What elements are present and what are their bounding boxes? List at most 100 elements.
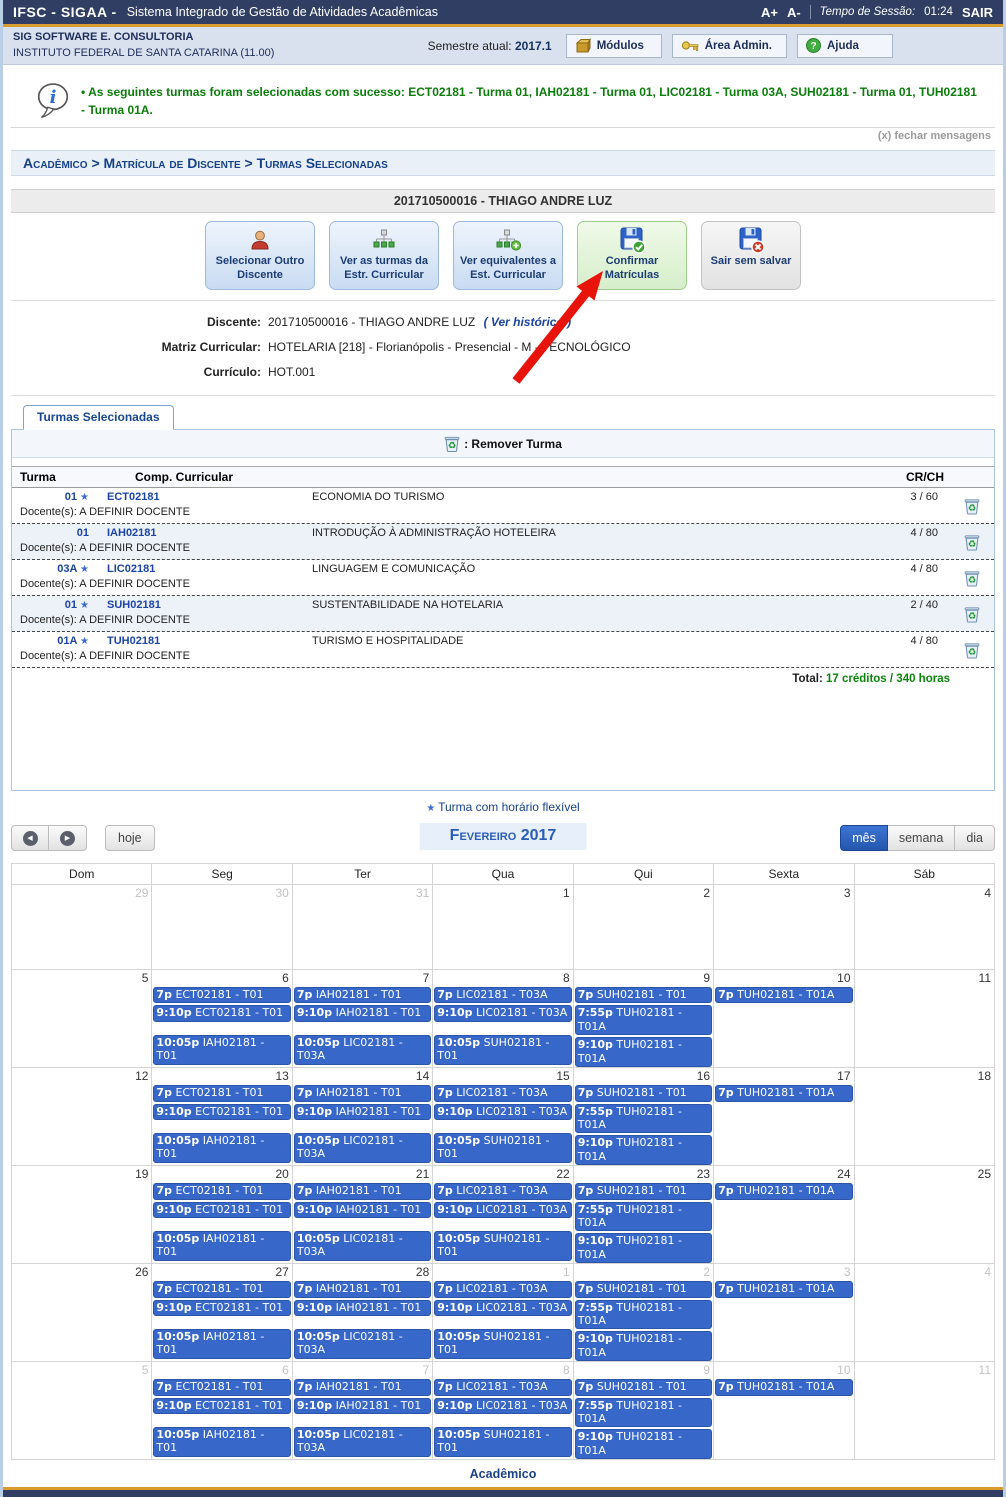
calendar-day-cell[interactable]: 277p ECT02181 - T019:10p ECT02181 - T011… bbox=[152, 1264, 292, 1362]
calendar-event[interactable]: 7p LIC02181 - T03A bbox=[434, 1281, 571, 1297]
calendar-view-month-button[interactable]: mês bbox=[840, 825, 888, 851]
calendar-event[interactable]: 9:10p ECT02181 - T01 bbox=[153, 1104, 290, 1120]
calendar-event[interactable]: 9:10p LIC02181 - T03A bbox=[434, 1202, 571, 1218]
remove-turma-icon[interactable]: ♻ bbox=[964, 533, 980, 550]
calendar-day-cell[interactable]: 29 bbox=[12, 885, 152, 970]
calendar-day-cell[interactable]: 107p TUH02181 - T01A bbox=[714, 1362, 854, 1460]
calendar-event[interactable]: 7p ECT02181 - T01 bbox=[153, 987, 290, 1003]
calendar-event[interactable]: 7p TUH02181 - T01A bbox=[715, 987, 852, 1003]
calendar-event[interactable]: 7p TUH02181 - T01A bbox=[715, 1085, 852, 1101]
calendar-event[interactable]: 7p SUH02181 - T01 bbox=[575, 1379, 712, 1395]
calendar-event[interactable]: 7p IAH02181 - T01 bbox=[294, 1085, 431, 1101]
calendar-view-day-button[interactable]: dia bbox=[955, 825, 995, 851]
calendar-event[interactable]: 9:10p ECT02181 - T01 bbox=[153, 1202, 290, 1218]
calendar-day-cell[interactable]: 4 bbox=[854, 1264, 994, 1362]
calendar-event[interactable]: 9:10p LIC02181 - T03A bbox=[434, 1398, 571, 1414]
calendar-event[interactable]: 7p LIC02181 - T03A bbox=[434, 987, 571, 1003]
calendar-event[interactable]: 7:55p TUH02181 -T01A bbox=[575, 1005, 712, 1035]
calendar-day-cell[interactable]: 26 bbox=[12, 1264, 152, 1362]
calendar-event[interactable]: 10:05p IAH02181 - T01 bbox=[153, 1427, 290, 1457]
select-other-student-button[interactable]: Selecionar Outro Discente bbox=[205, 221, 315, 290]
calendar-event[interactable]: 10:05p LIC02181 -T03A bbox=[294, 1329, 431, 1359]
calendar-day-cell[interactable]: 25 bbox=[854, 1166, 994, 1264]
calendar-day-cell[interactable]: 207p ECT02181 - T019:10p ECT02181 - T011… bbox=[152, 1166, 292, 1264]
calendar-event[interactable]: 7p IAH02181 - T01 bbox=[294, 1281, 431, 1297]
calendar-day-cell[interactable]: 77p IAH02181 - T019:10p IAH02181 - T0110… bbox=[292, 1362, 432, 1460]
calendar-day-cell[interactable]: 4 bbox=[854, 885, 994, 970]
calendar-day-cell[interactable]: 97p SUH02181 - T017:55p TUH02181 -T01A9:… bbox=[573, 970, 713, 1068]
calendar-event[interactable]: 10:05p IAH02181 - T01 bbox=[153, 1133, 290, 1163]
calendar-day-cell[interactable]: 167p SUH02181 - T017:55p TUH02181 -T01A9… bbox=[573, 1068, 713, 1166]
calendar-day-cell[interactable]: 27p SUH02181 - T017:55p TUH02181 -T01A9:… bbox=[573, 1264, 713, 1362]
calendar-event[interactable]: 10:05p IAH02181 - T01 bbox=[153, 1035, 290, 1065]
calendar-day-cell[interactable]: 77p IAH02181 - T019:10p IAH02181 - T0110… bbox=[292, 970, 432, 1068]
modules-button[interactable]: Módulos bbox=[566, 34, 662, 58]
calendar-day-cell[interactable]: 227p LIC02181 - T03A9:10p LIC02181 - T03… bbox=[433, 1166, 573, 1264]
calendar-day-cell[interactable]: 67p ECT02181 - T019:10p ECT02181 - T0110… bbox=[152, 1362, 292, 1460]
calendar-day-cell[interactable]: 37p TUH02181 - T01A bbox=[714, 1264, 854, 1362]
confirm-enrollment-button[interactable]: Confirmar Matrículas bbox=[577, 221, 687, 290]
calendar-day-cell[interactable]: 237p SUH02181 - T017:55p TUH02181 -T01A9… bbox=[573, 1166, 713, 1264]
view-curriculum-classes-button[interactable]: Ver as turmas da Estr. Curricular bbox=[329, 221, 439, 290]
remove-turma-icon[interactable]: ♻ bbox=[964, 641, 980, 658]
calendar-event[interactable]: 9:10p ECT02181 - T01 bbox=[153, 1300, 290, 1316]
course-code-link[interactable]: LIC02181 bbox=[107, 563, 217, 575]
calendar-day-cell[interactable]: 2 bbox=[573, 885, 713, 970]
view-history-link[interactable]: ( Ver histórico ) bbox=[484, 315, 572, 329]
calendar-event[interactable]: 7p LIC02181 - T03A bbox=[434, 1085, 571, 1101]
calendar-view-week-button[interactable]: semana bbox=[888, 825, 955, 851]
calendar-event[interactable]: 9:10p IAH02181 - T01 bbox=[294, 1398, 431, 1414]
calendar-day-cell[interactable]: 107p TUH02181 - T01A bbox=[714, 970, 854, 1068]
calendar-event[interactable]: 7p SUH02181 - T01 bbox=[575, 987, 712, 1003]
help-button[interactable]: ? Ajuda bbox=[797, 34, 893, 58]
calendar-event[interactable]: 9:10p TUH02181 -T01A bbox=[575, 1135, 712, 1165]
calendar-event[interactable]: 7p IAH02181 - T01 bbox=[294, 1379, 431, 1395]
calendar-event[interactable]: 9:10p IAH02181 - T01 bbox=[294, 1104, 431, 1120]
calendar-event[interactable]: 9:10p ECT02181 - T01 bbox=[153, 1398, 290, 1414]
calendar-event[interactable]: 7p ECT02181 - T01 bbox=[153, 1085, 290, 1101]
calendar-event[interactable]: 9:10p TUH02181 -T01A bbox=[575, 1233, 712, 1263]
course-code-link[interactable]: SUH02181 bbox=[107, 599, 217, 611]
calendar-event[interactable]: 9:10p LIC02181 - T03A bbox=[434, 1104, 571, 1120]
calendar-day-cell[interactable]: 147p IAH02181 - T019:10p IAH02181 - T011… bbox=[292, 1068, 432, 1166]
calendar-event[interactable]: 7p ECT02181 - T01 bbox=[153, 1281, 290, 1297]
remove-turma-icon[interactable]: ♻ bbox=[964, 569, 980, 586]
calendar-event[interactable]: 7p SUH02181 - T01 bbox=[575, 1085, 712, 1101]
calendar-event[interactable]: 9:10p TUH02181 -T01A bbox=[575, 1429, 712, 1459]
calendar-event[interactable]: 7p IAH02181 - T01 bbox=[294, 1183, 431, 1199]
calendar-day-cell[interactable]: 287p IAH02181 - T019:10p IAH02181 - T011… bbox=[292, 1264, 432, 1362]
calendar-event[interactable]: 10:05p IAH02181 - T01 bbox=[153, 1329, 290, 1359]
calendar-day-cell[interactable]: 19 bbox=[12, 1166, 152, 1264]
calendar-event[interactable]: 10:05p LIC02181 -T03A bbox=[294, 1427, 431, 1457]
calendar-event[interactable]: 7:55p TUH02181 -T01A bbox=[575, 1104, 712, 1134]
calendar-event[interactable]: 10:05p LIC02181 -T03A bbox=[294, 1035, 431, 1065]
calendar-event[interactable]: 9:10p IAH02181 - T01 bbox=[294, 1005, 431, 1021]
calendar-event[interactable]: 10:05p SUH02181 -T01 bbox=[434, 1329, 571, 1359]
course-code-link[interactable]: ECT02181 bbox=[107, 491, 217, 503]
calendar-day-cell[interactable]: 17p LIC02181 - T03A9:10p LIC02181 - T03A… bbox=[433, 1264, 573, 1362]
calendar-event[interactable]: 9:10p IAH02181 - T01 bbox=[294, 1202, 431, 1218]
calendar-day-cell[interactable]: 11 bbox=[854, 970, 994, 1068]
view-equivalents-button[interactable]: Ver equivalentes a Est. Curricular bbox=[453, 221, 563, 290]
tab-turmas-selecionadas[interactable]: Turmas Selecionadas bbox=[23, 405, 174, 430]
calendar-event[interactable]: 7p LIC02181 - T03A bbox=[434, 1379, 571, 1395]
calendar-event[interactable]: 9:10p TUH02181 -T01A bbox=[575, 1331, 712, 1361]
logout-button[interactable]: SAIR bbox=[962, 5, 993, 20]
calendar-event[interactable]: 7p TUH02181 - T01A bbox=[715, 1379, 852, 1395]
calendar-day-cell[interactable]: 97p SUH02181 - T017:55p TUH02181 -T01A9:… bbox=[573, 1362, 713, 1460]
calendar-next-button[interactable]: ▶ bbox=[49, 825, 87, 851]
font-increase-button[interactable]: A+ bbox=[761, 5, 778, 20]
calendar-event[interactable]: 9:10p TUH02181 -T01A bbox=[575, 1037, 712, 1067]
calendar-event[interactable]: 7:55p TUH02181 -T01A bbox=[575, 1300, 712, 1330]
calendar-event[interactable]: 7p ECT02181 - T01 bbox=[153, 1183, 290, 1199]
calendar-day-cell[interactable]: 137p ECT02181 - T019:10p ECT02181 - T011… bbox=[152, 1068, 292, 1166]
calendar-event[interactable]: 7:55p TUH02181 -T01A bbox=[575, 1398, 712, 1428]
exit-without-saving-button[interactable]: Sair sem salvar bbox=[701, 221, 801, 290]
remove-turma-icon[interactable]: ♻ bbox=[964, 605, 980, 622]
calendar-day-cell[interactable]: 18 bbox=[854, 1068, 994, 1166]
calendar-event[interactable]: 10:05p LIC02181 -T03A bbox=[294, 1133, 431, 1163]
calendar-event[interactable]: 10:05p LIC02181 -T03A bbox=[294, 1231, 431, 1261]
admin-area-button[interactable]: Área Admin. bbox=[672, 34, 787, 58]
calendar-day-cell[interactable]: 157p LIC02181 - T03A9:10p LIC02181 - T03… bbox=[433, 1068, 573, 1166]
calendar-event[interactable]: 10:05p SUH02181 -T01 bbox=[434, 1427, 571, 1457]
